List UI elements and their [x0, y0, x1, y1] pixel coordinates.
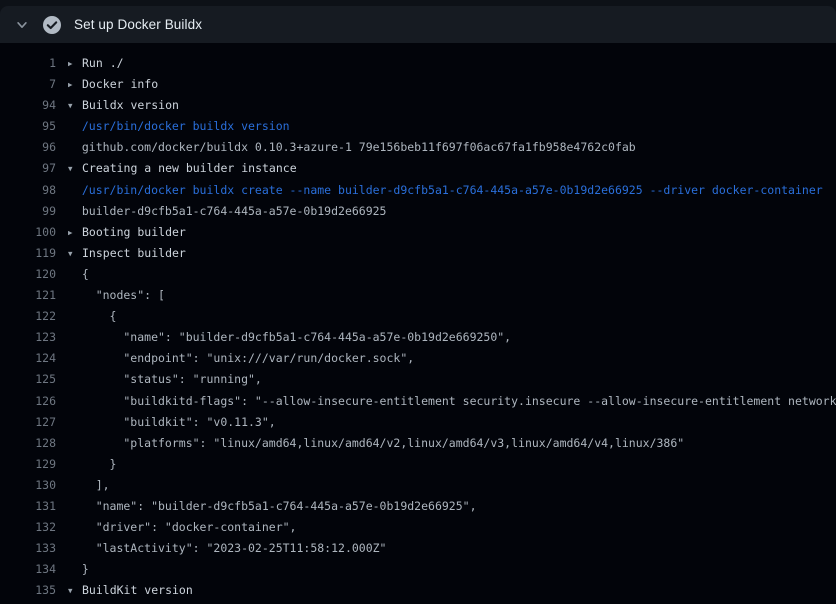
log-row: 124 "endpoint": "unix:///var/run/docker.… — [0, 348, 836, 369]
line-number[interactable]: 122 — [0, 306, 56, 327]
group-title: Booting builder — [82, 225, 186, 239]
output-text: "name": "builder-d9cfb5a1-c764-445a-a57e… — [68, 327, 836, 348]
line-number[interactable]: 1 — [0, 53, 56, 74]
log-row: 98 /usr/bin/docker buildx create --name … — [0, 180, 836, 201]
output-text: "name": "builder-d9cfb5a1-c764-445a-a57e… — [68, 496, 836, 517]
output-text: ], — [68, 475, 836, 496]
group-content: ▼Buildx version — [68, 95, 836, 116]
log-row: 126 "buildkitd-flags": "--allow-insecure… — [0, 391, 836, 412]
line-number[interactable]: 131 — [0, 496, 56, 517]
group-content: ▼BuildKit version — [68, 580, 836, 601]
output-text: "driver": "docker-container", — [68, 517, 836, 538]
line-number[interactable]: 129 — [0, 454, 56, 475]
output-text: github.com/docker/buildx 0.10.3+azure-1 … — [68, 137, 836, 158]
line-number[interactable]: 120 — [0, 264, 56, 285]
log-group-row[interactable]: 94 ▼Buildx version — [0, 95, 836, 116]
triangle-right-icon: ▶ — [68, 222, 82, 243]
log-row: 120 { — [0, 264, 836, 285]
output-text: "buildkitd-flags": "--allow-insecure-ent… — [68, 391, 836, 412]
line-number[interactable]: 97 — [0, 158, 56, 179]
chevron-down-icon[interactable] — [14, 17, 30, 33]
triangle-right-icon: ▶ — [68, 53, 82, 74]
line-number[interactable]: 124 — [0, 348, 56, 369]
log-row: 128 "platforms": "linux/amd64,linux/amd6… — [0, 433, 836, 454]
log-row: 99 builder-d9cfb5a1-c764-445a-a57e-0b19d… — [0, 201, 836, 222]
log-group-row[interactable]: 100 ▶Booting builder — [0, 222, 836, 243]
check-circle-icon — [42, 15, 62, 35]
line-number[interactable]: 121 — [0, 285, 56, 306]
line-number[interactable]: 130 — [0, 475, 56, 496]
log-row: 122 { — [0, 306, 836, 327]
line-number[interactable]: 125 — [0, 369, 56, 390]
triangle-down-icon: ▼ — [68, 580, 82, 601]
log-row: 96 github.com/docker/buildx 0.10.3+azure… — [0, 137, 836, 158]
line-number[interactable]: 100 — [0, 222, 56, 243]
line-number[interactable]: 128 — [0, 433, 56, 454]
group-title: Buildx version — [82, 98, 179, 112]
triangle-right-icon: ▶ — [68, 74, 82, 95]
group-content: ▶Run ./ — [68, 53, 836, 74]
group-content: ▼Inspect builder — [68, 243, 836, 264]
log-row: 130 ], — [0, 475, 836, 496]
output-text: "platforms": "linux/amd64,linux/amd64/v2… — [68, 433, 836, 454]
log-row: 95 /usr/bin/docker buildx version — [0, 116, 836, 137]
group-title: Docker info — [82, 77, 158, 91]
line-number[interactable]: 96 — [0, 137, 56, 158]
log-row: 134 } — [0, 559, 836, 580]
output-text: { — [68, 264, 836, 285]
log-group-row[interactable]: 1 ▶Run ./ — [0, 53, 836, 74]
output-text: "endpoint": "unix:///var/run/docker.sock… — [68, 348, 836, 369]
line-number[interactable]: 126 — [0, 391, 56, 412]
line-number[interactable]: 7 — [0, 74, 56, 95]
log-row: 133 "lastActivity": "2023-02-25T11:58:12… — [0, 538, 836, 559]
line-number[interactable]: 95 — [0, 116, 56, 137]
group-title: Inspect builder — [82, 246, 186, 260]
line-number[interactable]: 133 — [0, 538, 56, 559]
log-group-row[interactable]: 119 ▼Inspect builder — [0, 243, 836, 264]
log-row: 132 "driver": "docker-container", — [0, 517, 836, 538]
group-title: BuildKit version — [82, 583, 193, 597]
triangle-down-icon: ▼ — [68, 95, 82, 116]
output-text: } — [68, 454, 836, 475]
output-text: "buildkit": "v0.11.3", — [68, 412, 836, 433]
output-text: "status": "running", — [68, 369, 836, 390]
log-group-row[interactable]: 7 ▶Docker info — [0, 74, 836, 95]
output-text: "lastActivity": "2023-02-25T11:58:12.000… — [68, 538, 836, 559]
line-number[interactable]: 135 — [0, 580, 56, 601]
line-number[interactable]: 127 — [0, 412, 56, 433]
log-group-row[interactable]: 135 ▼BuildKit version — [0, 580, 836, 601]
output-text: { — [68, 306, 836, 327]
command-text: /usr/bin/docker buildx version — [68, 116, 836, 137]
group-content: ▼Creating a new builder instance — [68, 158, 836, 179]
log-row: 127 "buildkit": "v0.11.3", — [0, 412, 836, 433]
output-text: "nodes": [ — [68, 285, 836, 306]
output-text: builder-d9cfb5a1-c764-445a-a57e-0b19d2e6… — [68, 201, 836, 222]
group-title: Run ./ — [82, 56, 124, 70]
log-row: 121 "nodes": [ — [0, 285, 836, 306]
log-row: 125 "status": "running", — [0, 369, 836, 390]
log-row: 131 "name": "builder-d9cfb5a1-c764-445a-… — [0, 496, 836, 517]
log-row: 129 } — [0, 454, 836, 475]
step-header[interactable]: Set up Docker Buildx — [0, 6, 836, 43]
line-number[interactable]: 94 — [0, 95, 56, 116]
line-number[interactable]: 98 — [0, 180, 56, 201]
command-text: /usr/bin/docker buildx create --name bui… — [68, 180, 836, 201]
line-number[interactable]: 134 — [0, 559, 56, 580]
group-content: ▶Docker info — [68, 74, 836, 95]
line-number[interactable]: 99 — [0, 201, 56, 222]
group-content: ▶Booting builder — [68, 222, 836, 243]
group-title: Creating a new builder instance — [82, 161, 297, 175]
output-text: } — [68, 559, 836, 580]
log-group-row[interactable]: 97 ▼Creating a new builder instance — [0, 158, 836, 179]
line-number[interactable]: 132 — [0, 517, 56, 538]
step-title: Set up Docker Buildx — [74, 17, 202, 32]
triangle-down-icon: ▼ — [68, 158, 82, 179]
line-number[interactable]: 123 — [0, 327, 56, 348]
line-number[interactable]: 119 — [0, 243, 56, 264]
triangle-down-icon: ▼ — [68, 243, 82, 264]
log-row: 123 "name": "builder-d9cfb5a1-c764-445a-… — [0, 327, 836, 348]
log-area: 1▶Run ./7▶Docker info94▼Buildx version95… — [0, 43, 836, 604]
